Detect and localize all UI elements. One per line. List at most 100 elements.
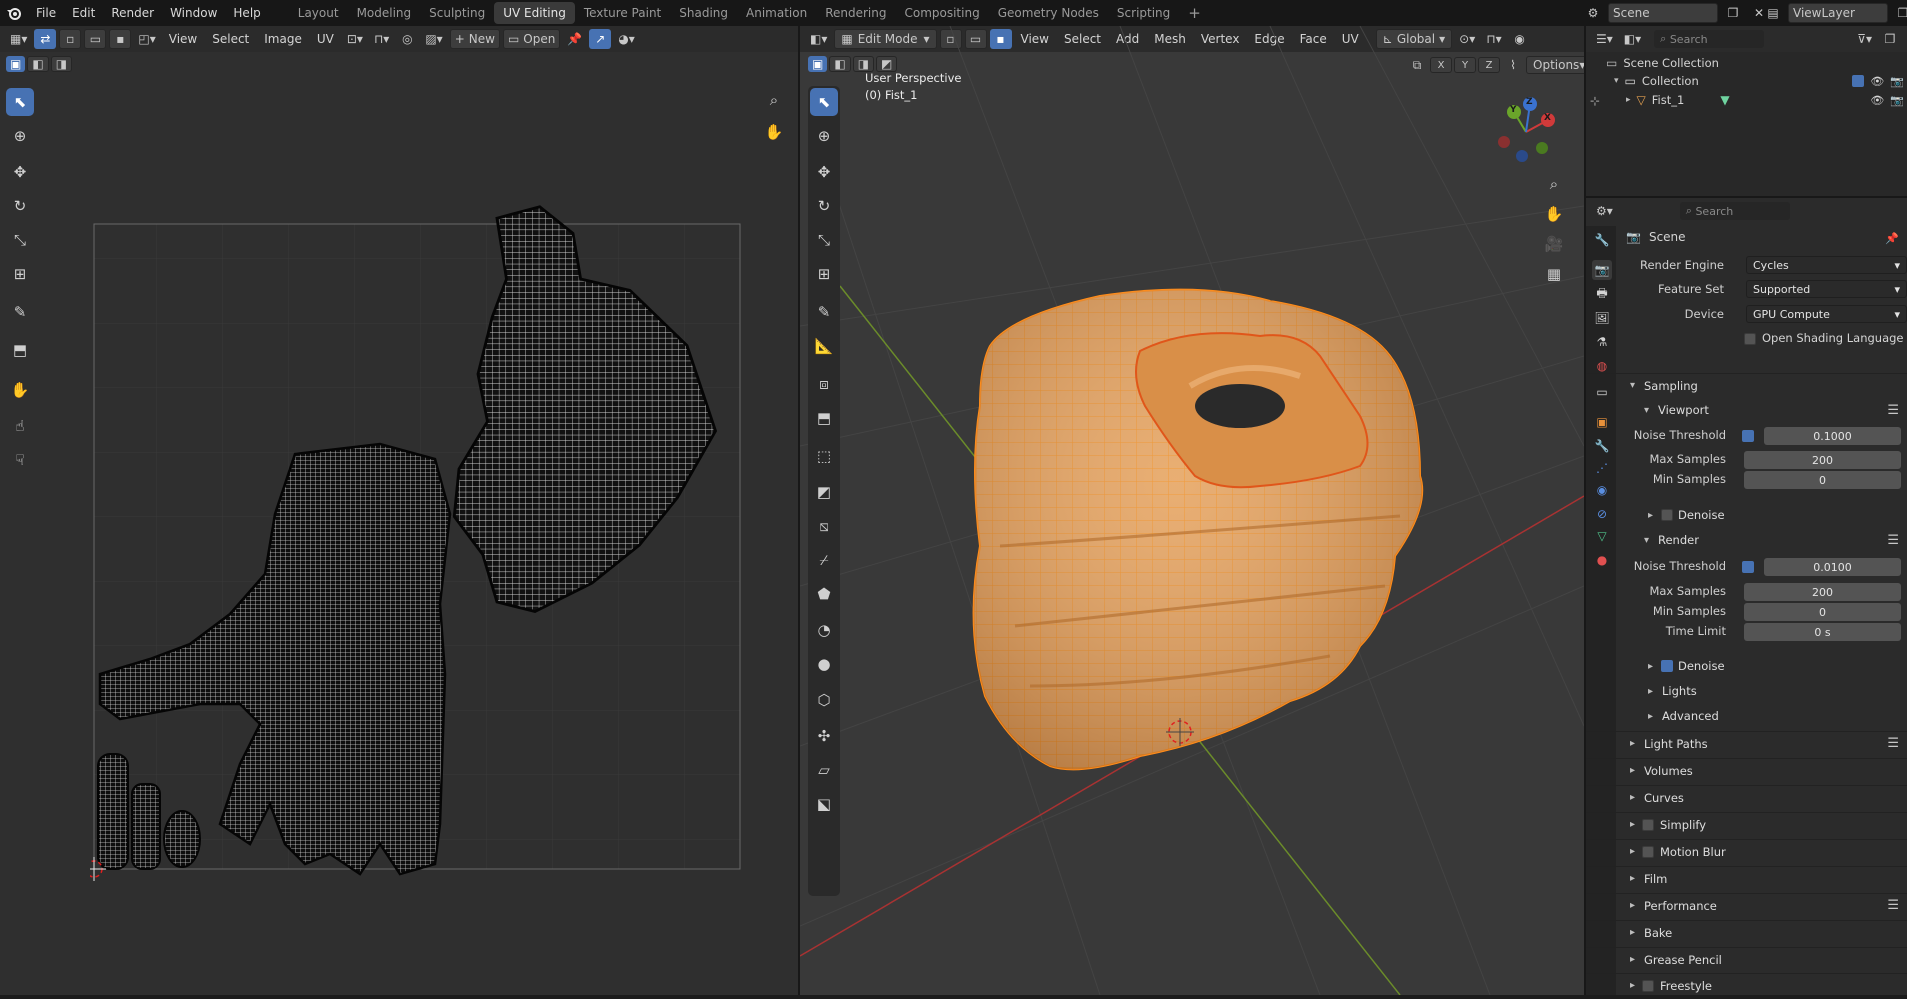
extrude-tool-icon[interactable]: ⬒ bbox=[810, 404, 838, 432]
scene-selector[interactable]: Scene bbox=[1608, 3, 1718, 23]
section-light-paths[interactable]: ▸ Light Paths ☰ bbox=[1586, 731, 1907, 755]
collection-exclude-checkbox[interactable] bbox=[1852, 74, 1865, 87]
select-extend-icon[interactable]: ◧ bbox=[27, 56, 49, 72]
subsection-advanced[interactable]: ▸ Advanced bbox=[1586, 704, 1907, 728]
feature-set-select[interactable]: Supported ▾ bbox=[1746, 280, 1907, 298]
view-layer-selector[interactable]: ViewLayer bbox=[1788, 3, 1888, 23]
proportional-edit-icon[interactable]: ◎ bbox=[396, 29, 418, 49]
device-select[interactable]: GPU Compute ▾ bbox=[1746, 305, 1907, 323]
scene-collection-row[interactable]: ▭ Scene Collection bbox=[1606, 54, 1719, 72]
add-cube-tool-icon[interactable]: ⧈ bbox=[810, 370, 838, 398]
pin-icon[interactable]: 📌 bbox=[563, 29, 586, 49]
r-noise-field[interactable]: 0.0100 bbox=[1764, 558, 1901, 576]
inset-tool-icon[interactable]: ⬚ bbox=[810, 442, 838, 470]
freestyle-checkbox[interactable] bbox=[1642, 980, 1654, 992]
view-layer-icon[interactable]: ▤ bbox=[1762, 3, 1784, 23]
scene-icon[interactable]: ⚙ bbox=[1582, 3, 1604, 23]
tab-texture-paint[interactable]: Texture Paint bbox=[575, 2, 670, 24]
grab-tool-icon[interactable]: ✋ bbox=[6, 376, 34, 404]
new-scene-icon[interactable]: ❐ bbox=[1722, 3, 1744, 23]
spin-tool-icon[interactable]: ◔ bbox=[810, 616, 838, 644]
section-film[interactable]: ▸ Film bbox=[1586, 866, 1907, 890]
menu-edit[interactable]: Edit bbox=[64, 0, 103, 26]
collection-render-icon[interactable]: 📷 bbox=[1890, 75, 1904, 88]
shear-tool-icon[interactable]: ▱ bbox=[810, 756, 838, 784]
tab-sculpting[interactable]: Sculpting bbox=[420, 2, 494, 24]
motion-blur-checkbox[interactable] bbox=[1642, 846, 1654, 858]
collection-row[interactable]: ▾ ▭ Collection 👁 📷 bbox=[1614, 72, 1904, 90]
tab-animation[interactable]: Animation bbox=[737, 2, 816, 24]
section-curves[interactable]: ▸ Curves bbox=[1586, 785, 1907, 809]
subsection-r-denoise[interactable]: ▸ Denoise bbox=[1586, 654, 1907, 678]
camera-view-icon[interactable]: 🎥 bbox=[1540, 230, 1568, 258]
vp-zoom-icon[interactable]: ⌕ bbox=[1540, 170, 1568, 198]
menu-help[interactable]: Help bbox=[225, 0, 268, 26]
section-grease-pencil[interactable]: ▸ Grease Pencil bbox=[1586, 947, 1907, 971]
vp-noise-field[interactable]: 0.1000 bbox=[1764, 427, 1901, 445]
vp-annotate-tool-icon[interactable]: ✎ bbox=[810, 298, 838, 326]
edge-slide-tool-icon[interactable]: ⬡ bbox=[810, 686, 838, 714]
pinch-tool-icon[interactable]: ☟ bbox=[6, 446, 34, 474]
sticky-selection-icon[interactable]: ◰▾ bbox=[134, 29, 159, 49]
uv-canvas[interactable] bbox=[90, 194, 750, 884]
relax-tool-icon[interactable]: ☝ bbox=[6, 412, 34, 440]
select-new-icon[interactable]: ▣ bbox=[6, 56, 26, 72]
object-visibility-icon[interactable]: 👁 bbox=[1870, 94, 1884, 107]
section-sampling[interactable]: ▾ Sampling bbox=[1586, 373, 1907, 397]
uv-menu-uv[interactable]: UV bbox=[311, 32, 340, 46]
properties-search[interactable]: ⌕ Search bbox=[1679, 202, 1790, 220]
render-engine-select[interactable]: Cycles ▾ bbox=[1746, 256, 1907, 274]
cursor-tool-icon[interactable]: ⊕ bbox=[6, 122, 34, 150]
move-tool-icon[interactable]: ✥ bbox=[6, 158, 34, 186]
scene-tab-icon[interactable]: ⚗ bbox=[1592, 332, 1612, 352]
navigation-gizmo[interactable]: X Y Z bbox=[1486, 92, 1566, 172]
outliner-side-icon[interactable]: ⊹ bbox=[1590, 94, 1600, 108]
r-denoise-checkbox[interactable] bbox=[1661, 660, 1673, 672]
edge-select-icon[interactable]: ▭ bbox=[84, 29, 107, 49]
vp-min-samples-field[interactable]: 0 bbox=[1744, 471, 1901, 489]
new-image-button[interactable]: + New bbox=[449, 29, 500, 49]
pan-hand-icon[interactable]: ✋ bbox=[760, 118, 788, 146]
select-subtract-icon[interactable]: ◨ bbox=[50, 56, 73, 72]
rip-region-tool-icon[interactable]: ⬕ bbox=[810, 790, 838, 818]
image-browse-icon[interactable]: ▨▾ bbox=[421, 29, 446, 49]
simplify-checkbox[interactable] bbox=[1642, 819, 1654, 831]
tab-rendering[interactable]: Rendering bbox=[816, 2, 895, 24]
perspective-toggle-icon[interactable]: ▦ bbox=[1540, 260, 1568, 288]
menu-window[interactable]: Window bbox=[162, 0, 225, 26]
smooth-tool-icon[interactable]: ● bbox=[810, 650, 838, 678]
tool-tab-icon[interactable]: 🔧 bbox=[1592, 230, 1612, 250]
vp-scale-tool-icon[interactable]: ⤡ bbox=[810, 226, 838, 254]
outliner-search[interactable]: ⌕ Search bbox=[1654, 30, 1765, 48]
vertex-select-icon[interactable]: ▫ bbox=[59, 29, 82, 49]
shrink-tool-icon[interactable]: ✣ bbox=[810, 722, 838, 750]
subsection-lights[interactable]: ▸ Lights bbox=[1586, 679, 1907, 703]
transform-tool-icon[interactable]: ⊞ bbox=[6, 260, 34, 288]
new-collection-icon[interactable]: ❐ bbox=[1879, 29, 1901, 49]
collection-visibility-icon[interactable]: 👁 bbox=[1870, 75, 1884, 88]
outliner-editor-type-icon[interactable]: ☰▾ bbox=[1592, 29, 1617, 49]
light-paths-presets-icon[interactable]: ☰ bbox=[1887, 736, 1899, 751]
subsection-viewport[interactable]: ▾ Viewport ☰ bbox=[1586, 398, 1907, 422]
section-volumes[interactable]: ▸ Volumes bbox=[1586, 758, 1907, 782]
vp-noise-checkbox[interactable] bbox=[1742, 430, 1754, 442]
particles-tab-icon[interactable]: ⋰ bbox=[1592, 458, 1612, 478]
rotate-tool-icon[interactable]: ↻ bbox=[6, 192, 34, 220]
modifier-tab-icon[interactable]: 🔧 bbox=[1592, 436, 1612, 456]
vp-denoise-checkbox[interactable] bbox=[1661, 509, 1673, 521]
knife-tool-icon[interactable]: ⌿ bbox=[810, 546, 838, 574]
section-motion-blur[interactable]: ▸ Motion Blur bbox=[1586, 839, 1907, 863]
loop-cut-tool-icon[interactable]: ⧅ bbox=[810, 512, 838, 540]
vp-pan-icon[interactable]: ✋ bbox=[1540, 200, 1568, 228]
subsection-render[interactable]: ▾ Render ☰ bbox=[1586, 528, 1907, 552]
render-presets-icon[interactable]: ☰ bbox=[1887, 533, 1899, 548]
time-limit-field[interactable]: 0 s bbox=[1744, 623, 1901, 641]
zoom-icon[interactable]: ⌕ bbox=[760, 86, 788, 114]
editor-type-icon[interactable]: ▦▾ bbox=[6, 29, 31, 49]
annotate-tool-icon[interactable]: ✎ bbox=[6, 298, 34, 326]
render-tab-icon[interactable]: 📷 bbox=[1592, 260, 1612, 280]
add-workspace-icon[interactable]: + bbox=[1179, 2, 1210, 24]
pin-properties-icon[interactable]: 📌 bbox=[1885, 232, 1899, 245]
r-noise-checkbox[interactable] bbox=[1742, 561, 1754, 573]
vp-cursor-tool-icon[interactable]: ⊕ bbox=[810, 122, 838, 150]
